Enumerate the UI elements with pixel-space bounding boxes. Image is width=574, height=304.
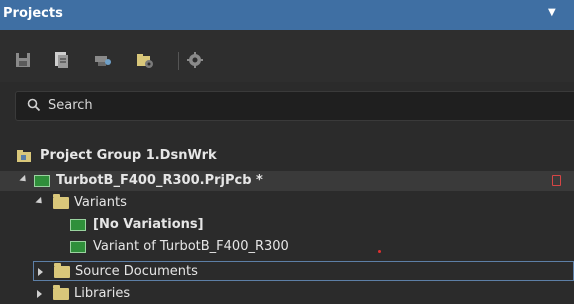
save-icon[interactable]: [14, 51, 32, 69]
gear-icon[interactable]: [186, 51, 204, 69]
tree-item-label: Source Documents: [75, 264, 198, 279]
collapse-arrow-icon[interactable]: [35, 196, 45, 207]
tree-item-source-documents[interactable]: Source Documents: [33, 261, 574, 281]
modified-document-icon: [552, 175, 561, 186]
tree-item-libraries[interactable]: Libraries: [0, 284, 574, 304]
tree-item-pcb-project[interactable]: TurbotB_F400_R300.PrjPcb *: [0, 171, 574, 191]
collapse-arrow-icon[interactable]: [19, 174, 29, 185]
search-box[interactable]: Search: [15, 91, 574, 121]
toolbar: [0, 30, 574, 82]
folder-icon: [53, 194, 69, 209]
folder-icon: [53, 285, 69, 300]
compile-icon[interactable]: [94, 51, 112, 69]
tree-item-label: Variants: [74, 195, 127, 210]
tree-item-label: [No Variations]: [93, 217, 204, 232]
tree-item-project-group[interactable]: Project Group 1.DsnWrk: [0, 146, 574, 166]
save-all-icon[interactable]: [52, 51, 70, 69]
variant-icon: [70, 241, 86, 253]
tree-item-variant-of[interactable]: Variant of TurbotB_F400_R300: [0, 237, 574, 257]
tree-item-label: Variant of TurbotB_F400_R300: [93, 239, 289, 254]
panel-titlebar: Projects ▼: [0, 0, 574, 30]
tree-item-label: Libraries: [74, 286, 131, 301]
search-icon: [27, 98, 41, 112]
pcb-project-icon: [34, 175, 50, 187]
modified-marker: [378, 250, 381, 253]
tree-item-variants[interactable]: Variants: [0, 193, 574, 213]
tree-item-label: Project Group 1.DsnWrk: [40, 148, 217, 163]
variant-icon: [70, 219, 86, 231]
search-input[interactable]: Search: [48, 98, 93, 113]
project-group-icon: [17, 150, 31, 162]
folder-icon: [54, 263, 70, 278]
tree-item-no-variations[interactable]: [No Variations]: [0, 215, 574, 235]
panel-title: Projects: [3, 6, 63, 21]
toolbar-separator: [178, 52, 179, 70]
expand-arrow-icon[interactable]: [38, 268, 43, 276]
open-folder-icon[interactable]: [136, 51, 154, 69]
tree-item-label: TurbotB_F400_R300.PrjPcb *: [56, 173, 263, 188]
expand-arrow-icon[interactable]: [37, 290, 42, 298]
panel-menu-dropdown[interactable]: ▼: [548, 7, 556, 18]
